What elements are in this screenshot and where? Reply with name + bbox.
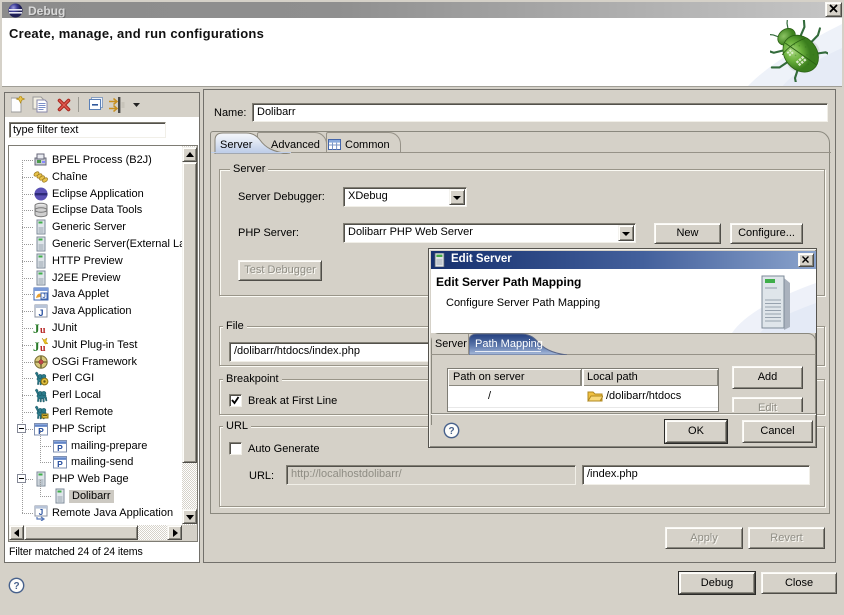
svg-text:u: u bbox=[40, 325, 46, 336]
svg-text:J: J bbox=[39, 508, 43, 517]
svg-text:J: J bbox=[42, 294, 45, 300]
svg-text:J: J bbox=[33, 321, 40, 336]
svg-text:J: J bbox=[38, 308, 43, 318]
svg-text:?: ? bbox=[448, 426, 454, 437]
svg-text:u: u bbox=[40, 343, 46, 353]
svg-text:P: P bbox=[57, 459, 63, 469]
svg-text:P: P bbox=[57, 443, 63, 453]
svg-text:J: J bbox=[33, 339, 40, 353]
svg-text:?: ? bbox=[13, 581, 19, 592]
